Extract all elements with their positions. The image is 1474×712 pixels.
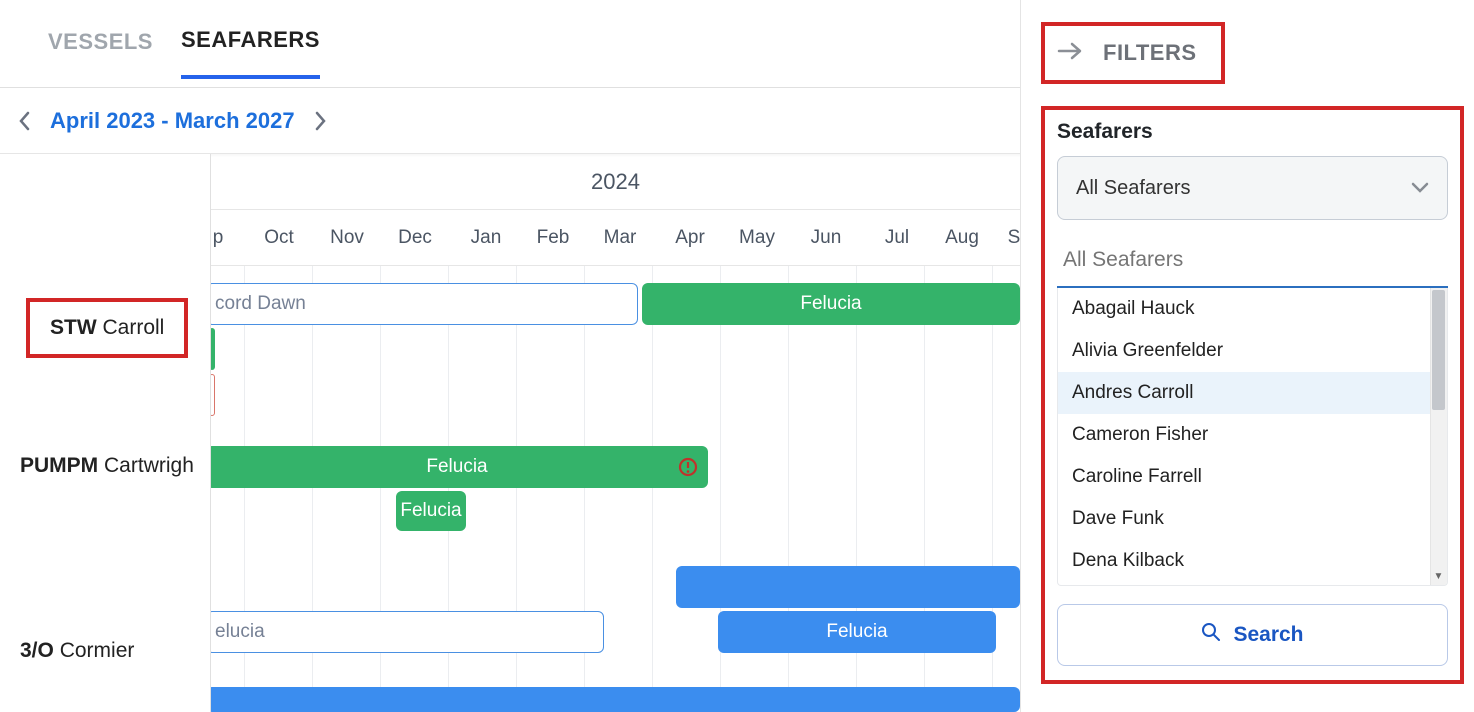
chevron-right-icon bbox=[313, 111, 327, 131]
month-cell: Oct bbox=[249, 210, 309, 266]
month-cell: S bbox=[1004, 210, 1020, 266]
month-cell: Mar bbox=[590, 210, 650, 266]
search-button-label: Search bbox=[1233, 623, 1303, 647]
scrollbar[interactable]: ▲ ▼ bbox=[1430, 288, 1447, 585]
assignment-bar-bottom[interactable] bbox=[206, 687, 1020, 712]
dropdown-value: All Seafarers bbox=[1076, 177, 1191, 200]
assignment-chip-felucia[interactable]: Felucia bbox=[396, 491, 466, 531]
seafarer-name: Carroll bbox=[103, 316, 165, 339]
prev-period-button[interactable] bbox=[8, 104, 42, 138]
month-cell: Aug bbox=[932, 210, 992, 266]
bar-label: Felucia bbox=[426, 456, 487, 478]
filters-header[interactable]: FILTERS bbox=[1041, 22, 1225, 84]
row-labels-column: STW Carroll PUMPM Cartwrigh 3/O Cormier bbox=[0, 154, 211, 712]
list-item[interactable]: Abagail Hauck bbox=[1058, 288, 1447, 330]
tab-seafarers[interactable]: SEAFARERS bbox=[181, 27, 320, 79]
next-period-button[interactable] bbox=[303, 104, 337, 138]
section-title: Seafarers bbox=[1057, 120, 1448, 144]
chevron-left-icon bbox=[18, 111, 32, 131]
month-cell: Dec bbox=[385, 210, 445, 266]
assignment-bar-blue-top[interactable] bbox=[676, 566, 1020, 608]
month-cell: Jun bbox=[796, 210, 856, 266]
scroll-down-icon[interactable]: ▼ bbox=[1430, 568, 1447, 585]
rank-label: PUMPM bbox=[20, 454, 98, 477]
seafarer-search-input[interactable] bbox=[1057, 234, 1448, 288]
search-button[interactable]: Search bbox=[1057, 604, 1448, 666]
assignment-bar-felucia-cartwright[interactable]: Felucia bbox=[206, 446, 708, 488]
list-item[interactable]: Dena Kilback bbox=[1058, 540, 1447, 582]
alert-icon bbox=[678, 457, 698, 477]
rank-label: STW bbox=[50, 316, 97, 339]
tab-vessels[interactable]: VESSELS bbox=[48, 29, 153, 77]
planning-grid: STW Carroll PUMPM Cartwrigh 3/O Cormier … bbox=[0, 154, 1020, 712]
month-cell: May bbox=[727, 210, 787, 266]
date-range-label[interactable]: April 2023 - March 2027 bbox=[50, 108, 295, 134]
assignment-bar-felucia-blue[interactable]: Felucia bbox=[718, 611, 996, 653]
month-header: p Oct Nov Dec Jan Feb Mar Apr May Jun Ju… bbox=[211, 210, 1020, 266]
seafarers-dropdown[interactable]: All Seafarers bbox=[1057, 156, 1448, 220]
list-item[interactable]: Andres Carroll bbox=[1058, 372, 1447, 414]
list-item[interactable]: Alivia Greenfelder bbox=[1058, 330, 1447, 372]
chevron-down-icon bbox=[1411, 177, 1429, 200]
arrow-right-icon bbox=[1057, 41, 1085, 66]
month-cell: Nov bbox=[317, 210, 377, 266]
gridline bbox=[652, 266, 653, 712]
month-cell: Apr bbox=[660, 210, 720, 266]
month-cell: Jan bbox=[456, 210, 516, 266]
list-item[interactable]: Dave Funk bbox=[1058, 498, 1447, 540]
month-cell: Feb bbox=[523, 210, 583, 266]
rank-label: 3/O bbox=[20, 639, 54, 662]
row-label-carroll: STW Carroll bbox=[6, 298, 188, 358]
scrollbar-thumb[interactable] bbox=[1432, 290, 1445, 410]
row-label-cartwright: PUMPM Cartwrigh bbox=[0, 454, 211, 478]
assignment-bar-felucia-white[interactable]: elucia bbox=[206, 611, 604, 653]
seafarers-filter-section: Seafarers All Seafarers Abagail Hauck Al… bbox=[1041, 106, 1464, 684]
year-header: 2024 bbox=[211, 154, 1020, 210]
filters-title: FILTERS bbox=[1103, 40, 1197, 66]
seafarer-name: Cormier bbox=[60, 639, 135, 662]
filters-panel: FILTERS Seafarers All Seafarers Abagail … bbox=[1020, 0, 1474, 712]
row-label-cormier: 3/O Cormier bbox=[0, 639, 211, 663]
list-item[interactable]: Cameron Fisher bbox=[1058, 414, 1447, 456]
list-item[interactable]: Caroline Farrell bbox=[1058, 456, 1447, 498]
assignment-bar-cord-dawn[interactable]: cord Dawn bbox=[206, 283, 638, 325]
year-label: 2024 bbox=[591, 169, 640, 195]
seafarer-options-list: Abagail Hauck Alivia Greenfelder Andres … bbox=[1057, 288, 1448, 586]
month-cell: Jul bbox=[867, 210, 927, 266]
search-icon bbox=[1201, 622, 1221, 648]
timeline-grid: 2024 p Oct Nov Dec Jan Feb Mar Apr May J… bbox=[211, 154, 1020, 712]
assignment-bar-felucia[interactable]: Felucia bbox=[642, 283, 1020, 325]
seafarer-name: Cartwrigh bbox=[104, 454, 194, 477]
